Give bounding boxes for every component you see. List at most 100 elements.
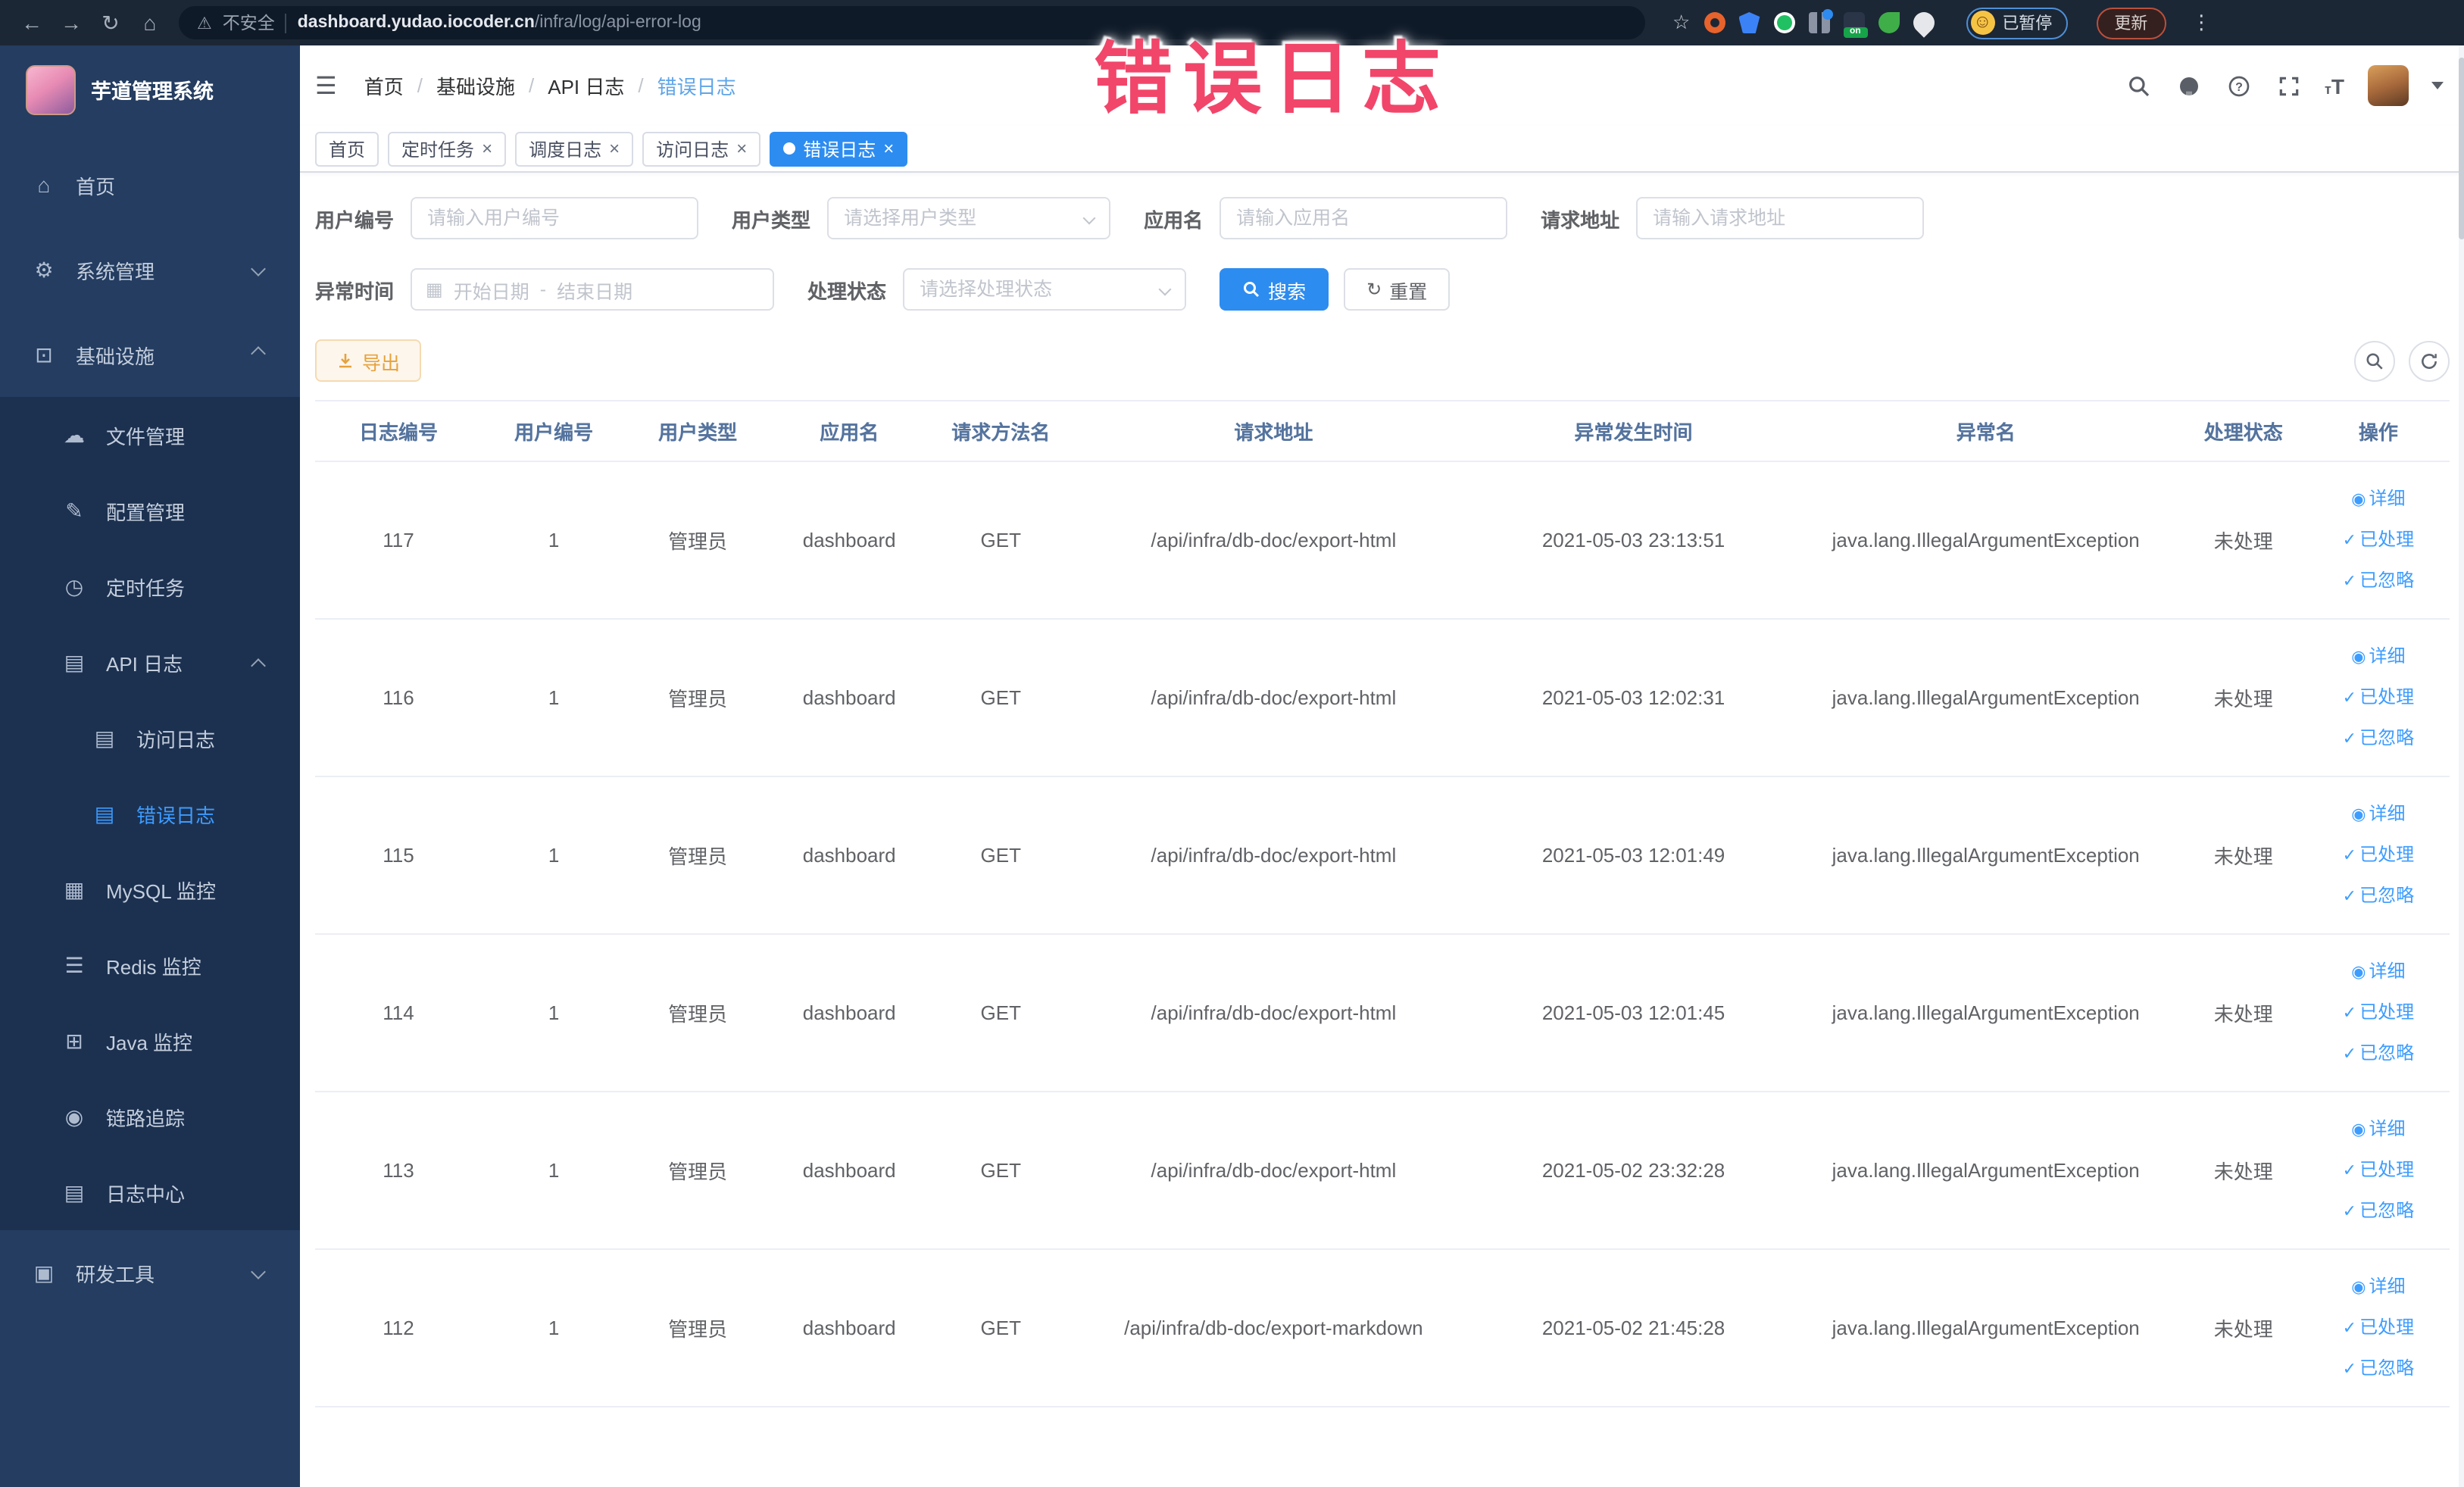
breadcrumb-item[interactable]: 首页	[364, 71, 404, 100]
check-icon: ✓	[2342, 1203, 2357, 1221]
detail-link[interactable]: ◉ 详细	[2308, 479, 2449, 520]
sidebar-item-链路追踪[interactable]: ◉ 链路追踪	[0, 1079, 300, 1154]
table-row: 115 1 管理员 dashboard GET /api/infra/db-do…	[315, 776, 2449, 935]
breadcrumb-item[interactable]: API 日志	[548, 71, 624, 100]
sidebar-item-研发工具[interactable]: ▣ 研发工具	[0, 1230, 300, 1315]
sidebar-item-定时任务[interactable]: ◷ 定时任务	[0, 548, 300, 624]
detail-link[interactable]: ◉ 详细	[2308, 951, 2449, 992]
active-dot	[783, 142, 796, 155]
export-button[interactable]: 导出	[315, 339, 422, 382]
sidebar-item-访问日志[interactable]: ▤ 访问日志	[0, 700, 300, 776]
chrome-update-button[interactable]: 更新	[2096, 7, 2166, 39]
calendar-icon: ▦	[426, 279, 443, 300]
extension-grid-icon[interactable]	[1808, 9, 1833, 33]
tab-schedule-log[interactable]: 调度日志 ×	[515, 131, 634, 166]
date-range-picker[interactable]: ▦ 开始日期 - 结束日期	[411, 268, 775, 311]
bookmark-star-icon[interactable]: ☆	[1672, 11, 1690, 35]
close-icon[interactable]: ×	[883, 139, 894, 158]
sidebar-item-Java 监控[interactable]: ⊞ Java 监控	[0, 1003, 300, 1079]
processed-link[interactable]: ✓ 已处理	[2308, 677, 2449, 718]
profile-paused-badge[interactable]: ☺ 已暂停	[1966, 7, 2068, 39]
extension-green-icon[interactable]	[1773, 12, 1795, 33]
chevron-down-icon[interactable]	[2431, 82, 2443, 89]
page-scrollbar[interactable]	[2458, 45, 2464, 1487]
cell-status: 未处理	[2178, 776, 2308, 935]
cell-log-id: 117	[315, 461, 482, 620]
tab-error-log[interactable]: 错误日志 ×	[770, 131, 908, 166]
processed-link[interactable]: ✓ 已处理	[2308, 835, 2449, 876]
extension-shield-icon[interactable]	[1738, 12, 1760, 33]
ignored-link[interactable]: ✓ 已忽略	[2308, 561, 2449, 601]
log-center-icon: ▤	[64, 1179, 85, 1204]
forward-icon[interactable]: →	[55, 11, 88, 35]
scrollbar-thumb[interactable]	[2458, 58, 2464, 239]
app-logo-row[interactable]: 芋道管理系统	[0, 45, 300, 124]
ignored-link[interactable]: ✓ 已忽略	[2308, 1191, 2449, 1232]
sidebar-item-文件管理[interactable]: ☁ 文件管理	[0, 397, 300, 473]
cell-request-url: /api/infra/db-doc/export-html	[1073, 1092, 1475, 1250]
cell-method: GET	[929, 619, 1073, 777]
sidebar-item-API 日志[interactable]: ▤ API 日志	[0, 624, 300, 700]
sidebar-item-系统管理[interactable]: ⚙ 系统管理	[0, 227, 300, 312]
reset-button[interactable]: ↻ 重置	[1344, 268, 1451, 311]
table-row: 117 1 管理员 dashboard GET /api/infra/db-do…	[315, 461, 2449, 620]
tab-access-log[interactable]: 访问日志 ×	[642, 131, 761, 166]
processed-link[interactable]: ✓ 已处理	[2308, 992, 2449, 1033]
detail-link[interactable]: ◉ 详细	[2308, 636, 2449, 677]
breadcrumb: 首页 / 基础设施 / API 日志 / 错误日志	[364, 71, 736, 100]
sidebar-item-配置管理[interactable]: ✎ 配置管理	[0, 473, 300, 548]
java-icon: ⊞	[65, 1028, 83, 1052]
detail-link[interactable]: ◉ 详细	[2308, 794, 2449, 835]
ignored-link[interactable]: ✓ 已忽略	[2308, 1348, 2449, 1389]
check-icon: ✓	[2342, 847, 2357, 865]
detail-link[interactable]: ◉ 详细	[2308, 1267, 2449, 1307]
sidebar-item-错误日志[interactable]: ▤ 错误日志	[0, 776, 300, 851]
user-avatar[interactable]	[2367, 65, 2408, 106]
search-icon[interactable]	[2125, 72, 2152, 99]
user-type-select[interactable]	[827, 197, 1111, 239]
close-icon[interactable]: ×	[609, 139, 620, 158]
sidebar-item-首页[interactable]: ⌂ 首页	[0, 142, 300, 227]
font-size-icon[interactable]: тT	[2325, 73, 2344, 98]
browser-menu-kebab-icon[interactable]: ⋮	[2191, 11, 2211, 35]
sidebar-item-基础设施[interactable]: ⊡ 基础设施	[0, 312, 300, 397]
processed-link[interactable]: ✓ 已处理	[2308, 1307, 2449, 1348]
app-name-input[interactable]	[1220, 197, 1508, 239]
table-toolbar: 导出	[315, 339, 2449, 382]
close-icon[interactable]: ×	[736, 139, 747, 158]
collapse-sidebar-icon[interactable]: ☰	[315, 70, 337, 101]
col-method: 请求方法名	[929, 400, 1073, 462]
close-icon[interactable]: ×	[482, 139, 492, 158]
sidebar-item-MySQL 监控[interactable]: ▦ MySQL 监控	[0, 851, 300, 927]
help-icon[interactable]: ?	[2225, 72, 2252, 99]
sidebar-item-Redis 监控[interactable]: ☰ Redis 监控	[0, 927, 300, 1003]
processed-link[interactable]: ✓ 已处理	[2308, 1150, 2449, 1191]
request-url-input[interactable]	[1636, 197, 1925, 239]
ignored-link[interactable]: ✓ 已忽略	[2308, 1033, 2449, 1074]
process-status-select[interactable]	[903, 268, 1187, 311]
breadcrumb-item[interactable]: 基础设施	[436, 71, 515, 100]
github-icon[interactable]	[2175, 72, 2202, 99]
hide-search-button[interactable]	[2353, 340, 2394, 381]
tab-home[interactable]: 首页	[315, 131, 379, 166]
detail-link[interactable]: ◉ 详细	[2308, 1109, 2449, 1150]
ignored-link[interactable]: ✓ 已忽略	[2308, 876, 2449, 917]
refresh-table-button[interactable]	[2408, 340, 2449, 381]
fullscreen-icon[interactable]	[2275, 72, 2302, 99]
log-edit-icon: ▤	[94, 801, 115, 825]
extension-dark-icon[interactable]: on	[1843, 12, 1868, 38]
search-button[interactable]: 搜索	[1220, 268, 1329, 311]
ignored-link[interactable]: ✓ 已忽略	[2308, 718, 2449, 759]
reload-icon[interactable]: ↻	[94, 10, 127, 36]
user-id-input[interactable]	[411, 197, 699, 239]
processed-link[interactable]: ✓ 已处理	[2308, 520, 2449, 561]
extension-orange-icon[interactable]	[1704, 12, 1725, 33]
back-icon[interactable]: ←	[15, 11, 48, 35]
extension-leaf-icon[interactable]	[1878, 12, 1900, 33]
check-icon: ✓	[2342, 689, 2357, 708]
eye-icon: ◉	[2351, 964, 2366, 982]
extensions-puzzle-icon[interactable]	[1908, 8, 1939, 38]
home-icon[interactable]: ⌂	[133, 11, 167, 35]
sidebar-item-日志中心[interactable]: ▤ 日志中心	[0, 1154, 300, 1230]
tab-timed-task[interactable]: 定时任务 ×	[388, 131, 507, 166]
